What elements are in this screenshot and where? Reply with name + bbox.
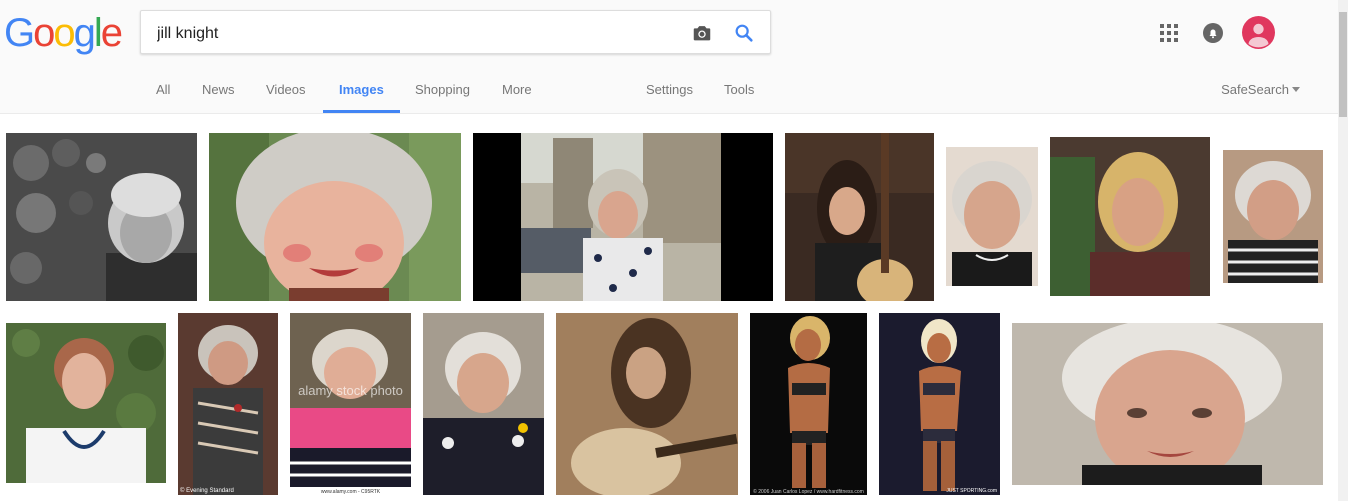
image-result[interactable]: © 2006 Juan Carlos Lopez / www.hardfitne… bbox=[750, 313, 867, 495]
tab-images[interactable]: Images bbox=[323, 76, 400, 113]
logo-letter: o bbox=[53, 11, 75, 55]
logo-letter: o bbox=[33, 11, 55, 55]
safesearch-dropdown[interactable]: SafeSearch bbox=[1221, 76, 1300, 104]
header-actions bbox=[1160, 16, 1310, 50]
image-result[interactable]: alamy stock photo www.alamy.com - C95RTK bbox=[290, 313, 411, 495]
image-result[interactable] bbox=[556, 313, 738, 495]
tab-news[interactable]: News bbox=[202, 76, 235, 113]
image-result[interactable]: © Evening Standard bbox=[178, 313, 278, 495]
watermark: alamy stock photo bbox=[298, 383, 403, 398]
google-logo[interactable]: Google bbox=[4, 8, 123, 58]
search-box bbox=[140, 10, 771, 54]
image-result[interactable] bbox=[423, 313, 544, 495]
image-caption: © 2006 Juan Carlos Lopez / www.hardfitne… bbox=[753, 489, 864, 495]
image-result[interactable]: JUST SPORTING.com bbox=[879, 313, 1000, 495]
image-result[interactable] bbox=[6, 133, 197, 301]
avatar[interactable] bbox=[1242, 16, 1275, 54]
image-caption: JUST SPORTING.com bbox=[946, 488, 997, 494]
tab-settings[interactable]: Settings bbox=[646, 76, 693, 113]
image-result[interactable] bbox=[1012, 323, 1323, 485]
image-result[interactable] bbox=[473, 133, 773, 301]
image-result[interactable] bbox=[1223, 150, 1323, 283]
search-input[interactable] bbox=[155, 21, 679, 47]
image-result[interactable] bbox=[6, 323, 166, 483]
search-icon[interactable] bbox=[733, 22, 755, 44]
camera-icon[interactable] bbox=[691, 22, 713, 44]
apps-grid-icon[interactable] bbox=[1160, 24, 1178, 47]
tab-shopping[interactable]: Shopping bbox=[415, 76, 470, 113]
logo-letter: g bbox=[73, 11, 96, 55]
notification-bell-icon[interactable] bbox=[1203, 23, 1223, 48]
logo-letter: l bbox=[93, 11, 103, 55]
image-result[interactable] bbox=[785, 133, 934, 301]
tab-tools[interactable]: Tools bbox=[724, 76, 754, 113]
search-tabs: All News Videos Images Shopping More Set… bbox=[0, 76, 1338, 113]
logo-letter: e bbox=[100, 11, 123, 55]
tab-videos[interactable]: Videos bbox=[266, 76, 306, 113]
safesearch-label: SafeSearch bbox=[1221, 82, 1289, 97]
image-result[interactable] bbox=[209, 133, 461, 301]
tab-all[interactable]: All bbox=[156, 76, 170, 113]
image-caption: www.alamy.com - C95RTK bbox=[320, 489, 381, 495]
logo-letter: G bbox=[4, 11, 35, 55]
header: Google All News Videos Images Shopp bbox=[0, 0, 1338, 114]
tab-more[interactable]: More bbox=[502, 76, 532, 113]
scrollbar[interactable] bbox=[1338, 0, 1348, 501]
scrollbar-thumb[interactable] bbox=[1339, 12, 1347, 117]
chevron-down-icon bbox=[1292, 87, 1300, 92]
image-result[interactable] bbox=[1050, 137, 1210, 296]
image-result[interactable] bbox=[946, 147, 1038, 286]
image-caption: © Evening Standard bbox=[180, 488, 234, 494]
